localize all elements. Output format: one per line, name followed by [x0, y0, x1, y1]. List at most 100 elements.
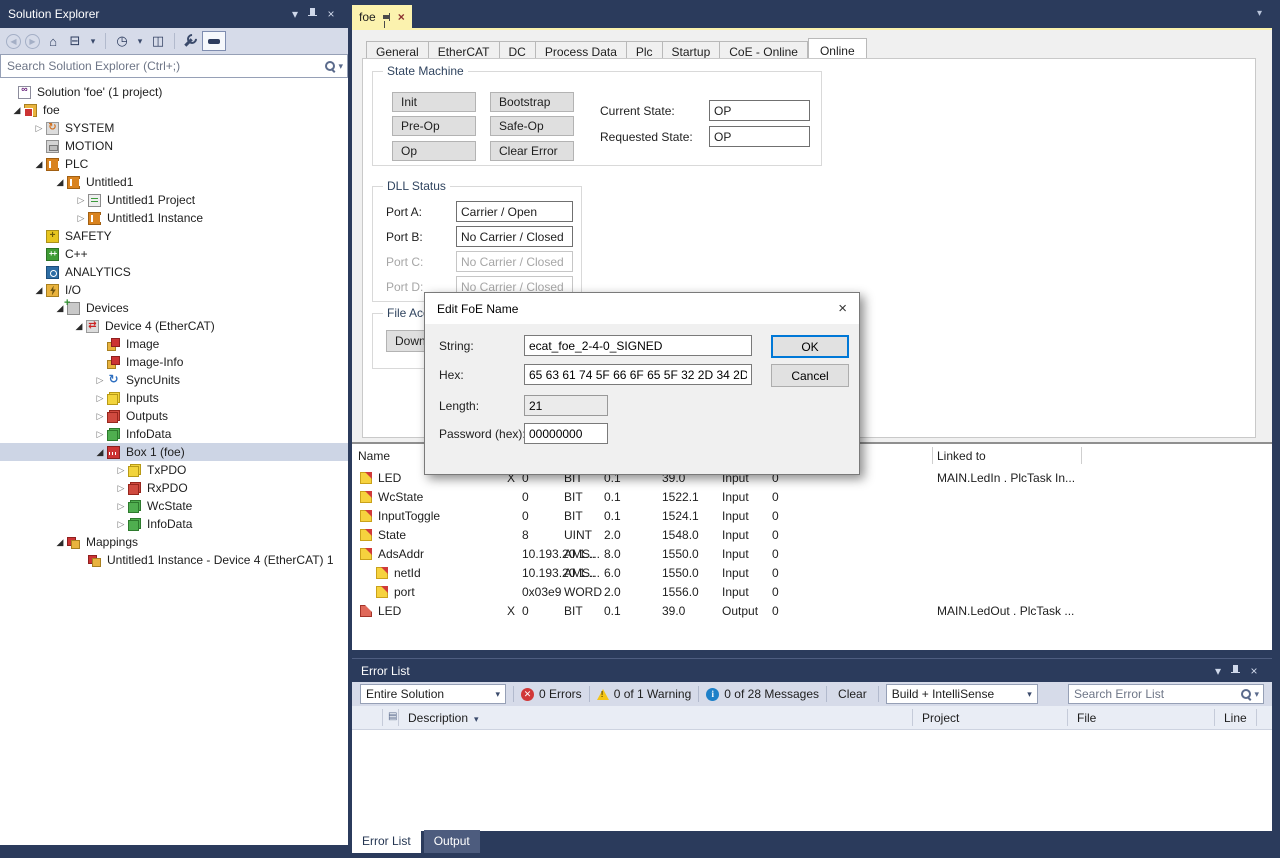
op-button[interactable]: Op [392, 141, 476, 161]
tree-item[interactable]: ◢ Devices [0, 299, 348, 317]
tree-item[interactable]: Image [0, 335, 348, 353]
port-a-field[interactable] [456, 201, 573, 222]
tree-expander-icon[interactable]: ◢ [53, 177, 67, 188]
tree-expander-icon[interactable]: ▷ [114, 519, 128, 530]
variable-row[interactable]: State 8 UINT 2.0 1548.0 Input 0 [352, 526, 1272, 545]
error-search-input[interactable] [1069, 687, 1240, 701]
tree-expander-icon[interactable]: ▷ [74, 213, 88, 224]
tree-expander-icon[interactable]: ◢ [93, 447, 107, 458]
tree-item[interactable]: ▷ WcState [0, 497, 348, 515]
scope-filter-dropdown[interactable]: Entire Solution ▾ [360, 684, 506, 704]
tree-item[interactable]: ▷ Outputs [0, 407, 348, 425]
collapse-all-icon[interactable]: ⊟ [66, 32, 84, 50]
search-input[interactable] [1, 59, 324, 73]
tree-expander-icon[interactable]: ◢ [10, 105, 24, 116]
project-column-header[interactable]: Project [922, 711, 959, 725]
errors-filter-button[interactable]: ✕ 0 Errors [521, 687, 582, 701]
tab-error-list[interactable]: Error List [352, 830, 421, 853]
pre-op-button[interactable]: Pre-Op [392, 116, 476, 136]
init-button[interactable]: Init [392, 92, 476, 112]
variable-row[interactable]: WcState 0 BIT 0.1 1522.1 Input 0 [352, 488, 1272, 507]
search-icon[interactable] [1240, 688, 1252, 700]
close-icon[interactable]: × [1245, 664, 1263, 678]
tree-item[interactable]: C++ [0, 245, 348, 263]
search-dropdown-icon[interactable]: ▾ [1254, 689, 1259, 700]
variable-row[interactable]: netId 10.193.20.1... AMS... 6.0 1550.0 I… [352, 564, 1272, 583]
messages-filter-button[interactable]: i 0 of 28 Messages [706, 687, 819, 701]
tree-item[interactable]: ◢ Device 4 (EtherCAT) [0, 317, 348, 335]
password-field[interactable] [524, 423, 608, 444]
tree-item[interactable]: ANALYTICS [0, 263, 348, 281]
requested-state-field[interactable] [709, 126, 810, 147]
hex-field[interactable] [524, 364, 752, 385]
close-icon[interactable]: × [398, 10, 405, 24]
tree-expander-icon[interactable]: ▷ [93, 429, 107, 440]
collapse-all-dropdown-icon[interactable]: ▾ [88, 32, 98, 50]
port-b-field[interactable] [456, 226, 573, 247]
current-state-field[interactable] [709, 100, 810, 121]
forward-icon[interactable]: ▶ [25, 34, 40, 49]
tree-item[interactable]: ▷ TxPDO [0, 461, 348, 479]
tree-expander-icon[interactable]: ▷ [93, 375, 107, 386]
bootstrap-button[interactable]: Bootstrap [490, 92, 574, 112]
tree-item[interactable]: SAFETY [0, 227, 348, 245]
sync-with-active-document-icon[interactable]: ◫ [149, 32, 167, 50]
clear-error-button[interactable]: Clear Error [490, 141, 574, 161]
tree-expander-icon[interactable]: ▷ [114, 501, 128, 512]
category-sort-icon[interactable]: ▤ [388, 711, 397, 722]
tree-item[interactable]: ▷ RxPDO [0, 479, 348, 497]
close-icon[interactable]: × [322, 7, 340, 21]
tree-expander-icon[interactable]: ▷ [93, 411, 107, 422]
properties-icon[interactable] [182, 33, 198, 49]
tree-expander-icon[interactable]: ▷ [114, 483, 128, 494]
file-column-header[interactable]: File [1077, 711, 1096, 725]
string-field[interactable] [524, 335, 752, 356]
tree-item[interactable]: ▷ SyncUnits [0, 371, 348, 389]
ok-button[interactable]: OK [771, 335, 849, 358]
variable-row[interactable]: port 0x03e9 WORD 2.0 1556.0 Input 0 [352, 583, 1272, 602]
tree-expander-icon[interactable]: ◢ [53, 537, 67, 548]
tree-item[interactable]: Untitled1 Instance - Device 4 (EtherCAT)… [0, 551, 348, 569]
tree-expander-icon[interactable]: ▷ [93, 393, 107, 404]
close-icon[interactable]: × [838, 300, 847, 317]
tree-item[interactable]: ▷ Inputs [0, 389, 348, 407]
search-dropdown-icon[interactable]: ▾ [338, 61, 343, 72]
document-list-chevron-icon[interactable]: ▾ [1257, 8, 1262, 19]
tree-expander-icon[interactable]: ▷ [32, 123, 46, 134]
preview-selected-items-icon[interactable] [202, 31, 226, 51]
tree-item[interactable]: Image-Info [0, 353, 348, 371]
linked-to-column-header[interactable]: Linked to [937, 449, 986, 463]
window-position-icon[interactable]: ▾ [286, 7, 304, 21]
tree-item[interactable]: ◢ foe [0, 101, 348, 119]
tree-item[interactable]: ▷ SYSTEM [0, 119, 348, 137]
warnings-filter-button[interactable]: 0 of 1 Warning [597, 687, 692, 701]
pin-icon[interactable] [382, 11, 392, 22]
tree-item[interactable]: ▷ Untitled1 Project [0, 191, 348, 209]
tab-output[interactable]: Output [424, 830, 480, 853]
name-column-header[interactable]: Name [358, 449, 390, 463]
back-icon[interactable]: ◀ [6, 34, 21, 49]
description-column-header[interactable]: Description▾ [408, 711, 479, 725]
variable-row[interactable]: InputToggle 0 BIT 0.1 1524.1 Input 0 [352, 507, 1272, 526]
tree-expander-icon[interactable]: ▷ [114, 465, 128, 476]
search-icon[interactable] [324, 60, 336, 72]
column-separator[interactable] [932, 447, 933, 464]
tree-expander-icon[interactable]: ◢ [32, 285, 46, 296]
tree-item[interactable]: MOTION [0, 137, 348, 155]
tree-item[interactable]: ▷ InfoData [0, 515, 348, 533]
document-tab-foe[interactable]: foe × [352, 5, 412, 28]
safe-op-button[interactable]: Safe-Op [490, 116, 574, 136]
pending-changes-filter-icon[interactable]: ◷ [113, 32, 131, 50]
tree-item[interactable]: ▷ InfoData [0, 425, 348, 443]
tree-expander-icon[interactable]: ◢ [32, 159, 46, 170]
source-filter-dropdown[interactable]: Build + IntelliSense ▾ [886, 684, 1038, 704]
tree-item[interactable]: ◢ PLC [0, 155, 348, 173]
filter-dropdown-icon[interactable]: ▾ [135, 32, 145, 50]
tree-item[interactable]: ◢ I/O [0, 281, 348, 299]
pin-icon[interactable] [1230, 664, 1242, 678]
tree-item[interactable]: ◢ Untitled1 [0, 173, 348, 191]
tree-item[interactable]: Solution 'foe' (1 project) [0, 83, 348, 101]
tree-expander-icon[interactable]: ▷ [74, 195, 88, 206]
clear-button[interactable]: Clear [834, 687, 871, 701]
tree-item[interactable]: ◢ Box 1 (foe) [0, 443, 348, 461]
